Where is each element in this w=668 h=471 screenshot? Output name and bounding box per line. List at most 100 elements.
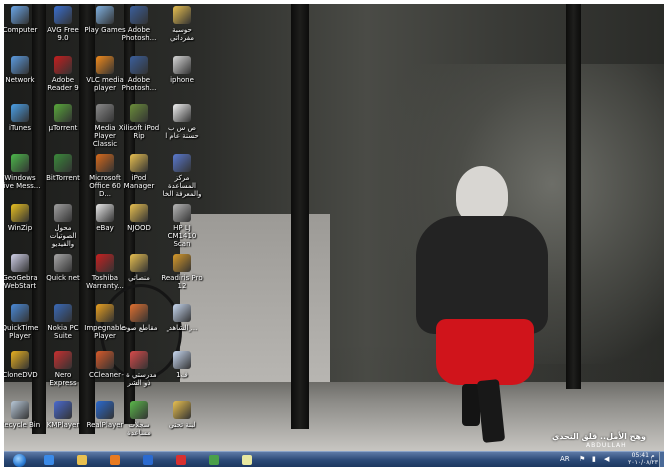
clonedvd-icon [11, 351, 29, 369]
desktop-icon[interactable]: AVG Free 9.0 [41, 6, 85, 42]
desktop-icon-label: Network [5, 76, 35, 84]
desktop-icon-label: BitTorrent [46, 174, 80, 182]
desktop-icon[interactable]: Windows Live Mess... [4, 154, 42, 190]
mediaplayer-icon [96, 104, 114, 122]
games-icon [96, 6, 114, 24]
desktop-icon-label: QuickTime Player [4, 324, 39, 340]
desktop-icon[interactable]: Nero Express [41, 351, 85, 387]
quicktime-icon [11, 304, 29, 322]
tray-network-icon[interactable]: ▮ [592, 455, 596, 463]
desktop-icon[interactable]: µTorrent [41, 104, 85, 132]
pin-icon [176, 455, 186, 465]
desktop-icon[interactable]: Adobe Photosh... [117, 6, 161, 42]
desktop-icon-label: µTorrent [48, 124, 78, 132]
show-desktop-button[interactable] [659, 452, 664, 467]
desktop-icon[interactable]: Adobe Photosh... [117, 56, 161, 92]
desktop: Computer AVG Free 9.0 Play Games Adobe Phot… [4, 4, 664, 467]
language-indicator[interactable]: AR [560, 455, 570, 463]
desktop-icon[interactable]: محول الصوتيات والفيديو [41, 204, 85, 248]
taskbar-explorer-button[interactable] [69, 453, 95, 467]
tray-flag-icon[interactable]: ⚑ [579, 455, 585, 463]
desktop-icon-label: iPod Manager [123, 174, 155, 190]
start-button[interactable] [6, 453, 32, 467]
taskbar-ie-button[interactable] [36, 453, 62, 467]
taskbar-media-button[interactable] [102, 453, 128, 467]
desktop-icon[interactable]: Xilisoft iPod Rip [117, 104, 161, 140]
desktop-icon[interactable]: - مدرستي ة ذو الشر [117, 351, 161, 387]
desktop-icon[interactable]: Readiris Pro 12 [160, 254, 204, 290]
folder-icon [173, 401, 191, 419]
desktop-icon[interactable]: CloneDVD [4, 351, 42, 379]
help-icon [173, 154, 191, 172]
taskbar-network-button[interactable] [201, 453, 227, 467]
desktop-icon[interactable]: Computer [4, 6, 42, 34]
desktop-icon[interactable]: Network [4, 56, 42, 84]
desktop-icon-label: iTunes [9, 124, 31, 132]
desktop-icon[interactable]: iPod Manager [117, 154, 161, 190]
desktop-icon-label: ٍ الشاهد ٍ... [166, 324, 198, 332]
pdf-icon [54, 56, 72, 74]
clock[interactable]: 05:41 م ٢٠١٠/٠٨/٢٣ [628, 452, 658, 466]
desktop-icon-label: لبنة تحتي [168, 421, 196, 429]
network-icon [54, 254, 72, 272]
internet-explorer-icon [44, 455, 54, 465]
windows-start-icon [13, 454, 26, 467]
desktop-icon-label: GeoGebra WebStart [4, 274, 38, 290]
converter-icon [54, 204, 72, 222]
desktop-icon[interactable]: Adobe Reader 9 [41, 56, 85, 92]
desktop-icon[interactable]: GeoGebra WebStart [4, 254, 42, 290]
phone-icon [173, 56, 191, 74]
desktop-icon[interactable]: ص س ب حسنة عام ا [160, 104, 204, 140]
recycle-bin-icon [11, 401, 29, 419]
desktop-icon-label: Nokia PC Suite [47, 324, 79, 340]
desktop-icon[interactable]: iTunes [4, 104, 42, 132]
taskbar-pin-button[interactable] [168, 453, 194, 467]
taskbar-paint-button[interactable] [234, 453, 260, 467]
document-icon [173, 104, 191, 122]
desktop-icon[interactable]: مقاطع صوت [117, 304, 161, 332]
desktop-icon[interactable]: WinZip [4, 204, 42, 232]
desktop-icon[interactable]: ٍ الشاهد ٍ... [160, 304, 204, 332]
clock-date: ٢٠١٠/٠٨/٢٣ [628, 459, 658, 466]
wallpaper-pole [566, 4, 581, 389]
desktop-icon-label: CloneDVD [4, 371, 38, 379]
desktop-icon-label: Recycle Bin [4, 421, 41, 429]
desktop-icon-label: Xilisoft iPod Rip [118, 124, 160, 140]
desktop-icon-label: KMPlayer [46, 421, 80, 429]
folder-icon [130, 154, 148, 172]
desktop-icon-label: مركز المساعدة والمعرفة الخا [162, 174, 202, 198]
wallpaper-signature: ABDULLAH [586, 442, 627, 449]
desktop-icon[interactable]: لبنة تحتي [160, 401, 204, 429]
desktop-icon[interactable]: KMPlayer [41, 401, 85, 429]
desktop-icon[interactable]: HP LJ CM1410 Scan [160, 204, 204, 248]
desktop-icon[interactable]: QuickTime Player [4, 304, 42, 340]
taskbar-messenger-button[interactable] [135, 453, 161, 467]
wallpaper-pole [291, 4, 309, 429]
desktop-icon[interactable]: مركز المساعدة والمعرفة الخا [160, 154, 204, 198]
desktop-icon-label: منصاتي [128, 274, 150, 282]
desktop-icon[interactable]: ف1 [160, 351, 204, 379]
desktop-icon[interactable]: Nokia PC Suite [41, 304, 85, 340]
desktop-icon[interactable]: Quick net [41, 254, 85, 282]
desktop-icon-label: ص س ب حسنة عام ا [165, 124, 199, 140]
nokia-icon [54, 304, 72, 322]
desktop-icon-label: ف1 [176, 371, 188, 379]
desktop-icon[interactable]: NJOOD [117, 204, 161, 232]
desktop-icon-label: HP LJ CM1410 Scan [167, 224, 197, 248]
desktop-icon[interactable]: BitTorrent [41, 154, 85, 182]
desktop-icon-label: مقاطع صوت [120, 324, 158, 332]
desktop-icon-label: - مدرستي ة ذو الشر [121, 371, 157, 387]
heart-icon [130, 351, 148, 369]
folder-icon [173, 6, 191, 24]
desktop-icon[interactable]: منصاتي [117, 254, 161, 282]
ipod-icon [130, 104, 148, 122]
tray-volume-icon[interactable]: ◀ [604, 455, 609, 463]
desktop-icon[interactable]: سجلات مساعدة [117, 401, 161, 437]
desktop-icon[interactable]: Recycle Bin [4, 401, 42, 429]
messenger-icon [11, 154, 29, 172]
desktop-icon-label: Readiris Pro 12 [161, 274, 203, 290]
desktop-icon[interactable]: حوسبة مفرداتي [160, 6, 204, 42]
audio-icon [130, 304, 148, 322]
folder-icon [77, 455, 87, 465]
desktop-icon[interactable]: iphone [160, 56, 204, 84]
